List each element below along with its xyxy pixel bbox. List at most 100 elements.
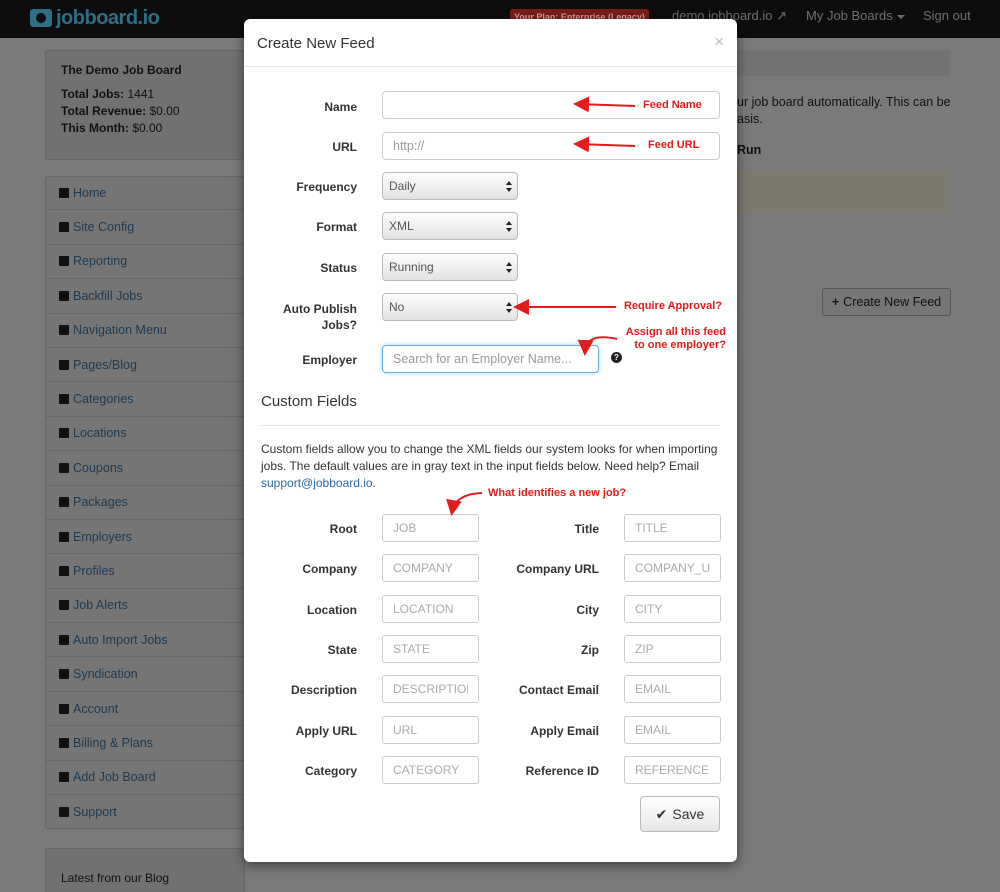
- custom-field-input[interactable]: [382, 756, 479, 784]
- custom-field-input[interactable]: [382, 595, 479, 623]
- plus-icon: [59, 772, 69, 783]
- job-boards-menu-label: My Job Boards: [806, 8, 893, 23]
- credit-card-icon: [59, 737, 69, 748]
- format-value: XML: [389, 219, 414, 233]
- custom-field-label: Category: [304, 764, 357, 778]
- custom-field-label: Apply URL: [295, 724, 357, 738]
- bar-chart-icon: [59, 256, 69, 267]
- stat-this-month: This Month: $0.00: [61, 120, 229, 137]
- auto-publish-select[interactable]: No: [382, 293, 518, 321]
- select-arrows-icon: [506, 221, 512, 233]
- sidebar-item-label: Categories: [73, 392, 134, 407]
- url-label: URL: [332, 140, 357, 154]
- stat-label: This Month:: [61, 121, 129, 135]
- sidebar-item[interactable]: Add Job Board: [45, 760, 245, 796]
- format-label: Format: [316, 220, 357, 234]
- sidebar-item[interactable]: Account: [45, 691, 245, 727]
- sidebar-item[interactable]: Job Alerts: [45, 588, 245, 624]
- auto-publish-label-line1: Auto Publish: [283, 302, 357, 316]
- auto-publish-value: No: [389, 300, 405, 314]
- info-alert: [737, 170, 950, 214]
- custom-field-input[interactable]: [624, 716, 721, 744]
- format-select[interactable]: XML: [382, 212, 518, 240]
- custom-fields-description: Custom fields allow you to change the XM…: [261, 441, 731, 492]
- stat-value: $0.00: [132, 121, 163, 135]
- name-label: Name: [324, 100, 357, 114]
- question-icon[interactable]: ?: [611, 352, 622, 363]
- custom-field-input[interactable]: [624, 554, 721, 582]
- employer-search-input[interactable]: [382, 345, 599, 373]
- logo-text: jobboard.io: [56, 6, 160, 29]
- custom-field-input[interactable]: [382, 716, 479, 744]
- sidebar-item[interactable]: Syndication: [45, 657, 245, 692]
- import-icon: [59, 634, 69, 645]
- custom-field-input[interactable]: [624, 675, 721, 703]
- stat-total-jobs: Total Jobs: 1441: [61, 86, 229, 103]
- custom-field-label: Description: [290, 683, 357, 697]
- stat-label: Total Jobs:: [61, 87, 125, 101]
- sign-out-link[interactable]: Sign out: [923, 0, 971, 32]
- page-description: ur job board automatically. This can be …: [737, 95, 951, 126]
- custom-field-label: Company URL: [516, 562, 599, 576]
- frequency-select[interactable]: Daily: [382, 172, 518, 200]
- custom-field-input[interactable]: [382, 635, 479, 663]
- custom-field-label: Reference ID: [525, 764, 599, 778]
- sidebar-item[interactable]: Pages/Blog: [45, 347, 245, 383]
- select-arrows-icon: [506, 302, 512, 314]
- sidebar-item-label: Employers: [73, 529, 133, 544]
- save-button[interactable]: ✔ Save: [640, 796, 720, 832]
- board-summary-panel: The Demo Job Board Total Jobs: 1441 Tota…: [45, 50, 245, 160]
- sidebar-item-label: Navigation Menu: [73, 323, 167, 338]
- custom-field-input[interactable]: [624, 756, 721, 784]
- page-header-bar: [737, 50, 950, 76]
- sidebar-item[interactable]: Home: [45, 176, 245, 211]
- sidebar-item[interactable]: Profiles: [45, 554, 245, 589]
- custom-field-input[interactable]: [382, 554, 479, 582]
- annotation-require-approval: Require Approval?: [624, 300, 722, 312]
- list-icon: [59, 394, 69, 405]
- external-link-icon: ↗: [776, 8, 787, 23]
- custom-field-input[interactable]: [624, 514, 721, 542]
- create-new-feed-label: Create New Feed: [843, 295, 942, 309]
- stat-total-revenue: Total Revenue: $0.00: [61, 103, 229, 120]
- sidebar-item[interactable]: Navigation Menu: [45, 313, 245, 348]
- sidebar-item[interactable]: Support: [45, 795, 245, 830]
- sidebar-item-label: Coupons: [73, 460, 124, 475]
- custom-field-input[interactable]: [624, 595, 721, 623]
- plus-icon: +: [831, 295, 840, 309]
- sidebar-item[interactable]: Backfill Jobs: [45, 279, 245, 314]
- annotation-assign-employer: Assign all this feed to one employer?: [622, 326, 726, 352]
- sidebar-item[interactable]: Employers: [45, 519, 245, 555]
- sidebar-item-label: Syndication: [73, 667, 138, 682]
- sidebar-item[interactable]: Site Config: [45, 210, 245, 245]
- status-select[interactable]: Running: [382, 253, 518, 281]
- sidebar-item[interactable]: Locations: [45, 416, 245, 452]
- sidebar-item[interactable]: Coupons: [45, 451, 245, 486]
- chevron-down-icon: [896, 14, 905, 19]
- sidebar-item[interactable]: Auto Import Jobs: [45, 623, 245, 658]
- sidebar-item-label: Site Config: [73, 220, 135, 235]
- sidebar-item[interactable]: Billing & Plans: [45, 726, 245, 761]
- sidebar-item[interactable]: Categories: [45, 382, 245, 417]
- logo[interactable]: jobboard.io: [30, 6, 160, 30]
- gift-icon: [59, 497, 69, 508]
- warning-icon: [59, 600, 69, 611]
- custom-field-input[interactable]: [382, 514, 479, 542]
- custom-field-input[interactable]: [624, 635, 721, 663]
- annotation-feed-name: Feed Name: [643, 99, 702, 111]
- select-arrows-icon: [506, 262, 512, 274]
- blog-panel: Latest from our Blog: [45, 848, 245, 892]
- custom-field-input[interactable]: [382, 675, 479, 703]
- table-header-run: Run: [737, 143, 762, 157]
- sidebar-item[interactable]: Packages: [45, 485, 245, 520]
- file-icon: [59, 359, 69, 370]
- menu-icon: [59, 325, 69, 336]
- job-boards-menu[interactable]: My Job Boards: [806, 0, 905, 32]
- custom-field-label: Apply Email: [530, 724, 599, 738]
- sidebar-item[interactable]: Reporting: [45, 244, 245, 280]
- close-icon[interactable]: ×: [714, 32, 724, 52]
- support-email-link[interactable]: support@jobboard.io: [261, 476, 373, 490]
- home-icon: [59, 188, 69, 199]
- logo-icon: [30, 9, 52, 27]
- create-new-feed-button[interactable]: + Create New Feed: [822, 288, 951, 316]
